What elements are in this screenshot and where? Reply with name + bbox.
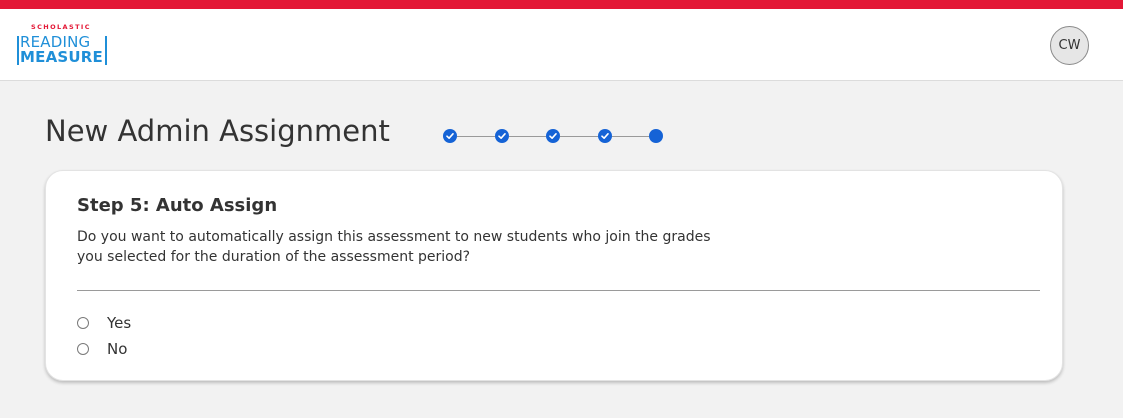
divider xyxy=(77,290,1040,291)
radio-option-yes[interactable]: Yes xyxy=(77,313,131,333)
stepper-connector xyxy=(509,135,546,137)
stepper-step-1-completed xyxy=(443,129,457,143)
stepper-connector xyxy=(457,135,495,137)
avatar-initials: CW xyxy=(1058,38,1081,53)
radio-label-yes: Yes xyxy=(107,314,132,332)
logo-line2: MEASURE xyxy=(20,48,103,66)
checkmark-icon xyxy=(549,133,557,139)
app-header: SCHOLASTIC READING MEASURE CW xyxy=(0,9,1123,81)
step-title: Step 5: Auto Assign xyxy=(77,195,278,216)
radio-button-no[interactable] xyxy=(77,343,89,355)
checkmark-icon xyxy=(601,133,609,139)
logo-company-text: SCHOLASTIC xyxy=(31,23,91,31)
stepper-step-3-completed xyxy=(546,129,560,143)
step-description: Do you want to automatically assign this… xyxy=(77,229,711,265)
logo-bar-right xyxy=(105,36,107,65)
checkmark-icon xyxy=(446,133,454,139)
radio-option-no[interactable]: No xyxy=(77,339,127,359)
stepper-step-4-completed xyxy=(598,129,612,143)
step-card: Step 5: Auto Assign Do you want to autom… xyxy=(45,170,1063,381)
brand-stripe xyxy=(0,0,1123,9)
progress-stepper xyxy=(443,128,665,144)
logo-bar-left xyxy=(17,36,19,65)
stepper-connector xyxy=(612,135,649,137)
stepper-step-5-current xyxy=(649,129,663,143)
page-title: New Admin Assignment xyxy=(45,114,390,148)
user-avatar-button[interactable]: CW xyxy=(1050,26,1089,65)
stepper-step-2-completed xyxy=(495,129,509,143)
checkmark-icon xyxy=(498,133,506,139)
scholastic-reading-measure-logo[interactable]: SCHOLASTIC READING MEASURE xyxy=(17,23,109,69)
radio-label-no: No xyxy=(107,340,128,358)
radio-button-yes[interactable] xyxy=(77,317,89,329)
stepper-connector xyxy=(560,135,598,137)
